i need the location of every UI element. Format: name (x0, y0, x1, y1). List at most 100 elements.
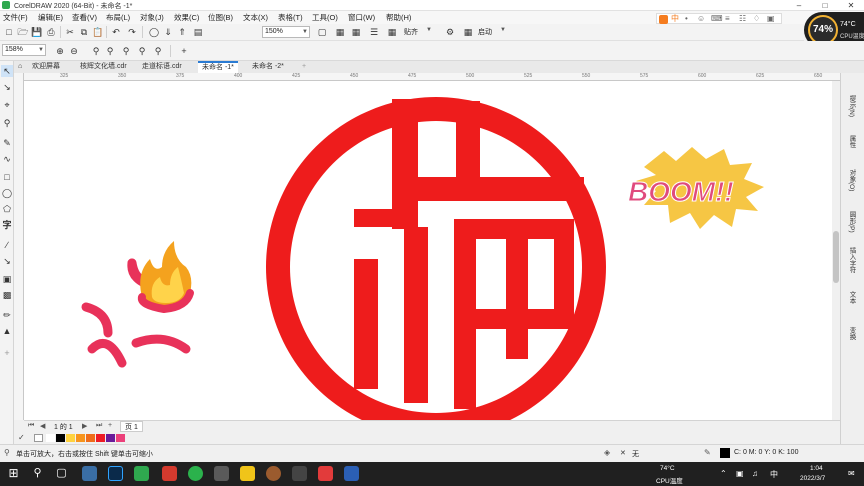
show-rulers-icon[interactable]: ▦ (334, 26, 346, 38)
tab-doc-4[interactable]: 未命名 -2* (248, 61, 288, 73)
new-document-icon[interactable]: □ (3, 26, 15, 38)
home-icon[interactable]: ⌂ (14, 61, 26, 73)
polygon-tool-icon[interactable]: ⬠ (1, 203, 13, 215)
menu-table[interactable]: 表格(T) (278, 12, 303, 23)
network-icon[interactable]: ▣ (736, 469, 744, 478)
cut-icon[interactable]: ✂ (64, 26, 76, 38)
app-icon[interactable] (214, 466, 229, 481)
ime-indicator[interactable]: 中 (770, 469, 778, 480)
outline-color-swatch[interactable] (720, 448, 730, 458)
tray-arrow-icon[interactable]: ⌃ (720, 469, 727, 478)
fill-indicator-icon[interactable]: ◈ (604, 448, 610, 457)
zoom-all-icon[interactable]: ⚲ (104, 45, 116, 57)
drawing-canvas[interactable]: BOOM!! (24, 81, 840, 437)
app-icon[interactable] (266, 466, 281, 481)
tab-welcome[interactable]: 欢迎屏幕 (28, 61, 64, 73)
no-fill-indicator[interactable]: ✕ (620, 449, 626, 457)
ime-item[interactable]: ♢ (753, 14, 760, 24)
parallel-dimension-icon[interactable]: ∕ (1, 239, 13, 251)
ime-item[interactable]: ☺ (697, 14, 705, 24)
zoom-width-icon[interactable]: ⚲ (136, 45, 148, 57)
show-grid-icon[interactable]: ▦ (350, 26, 362, 38)
app-icon[interactable] (318, 466, 333, 481)
search-content-icon[interactable]: ◯ (148, 26, 160, 38)
tab-doc-3[interactable]: 未命名 -1* (198, 61, 238, 73)
eyedropper-icon[interactable]: ✏ (1, 309, 13, 321)
docker-tab-objects[interactable]: 对象(O) (846, 169, 856, 191)
artistic-media-icon[interactable]: ∿ (1, 153, 13, 165)
wps-icon[interactable] (162, 466, 177, 481)
eyedropper-icon[interactable]: ✓ (18, 433, 25, 442)
undo-icon[interactable]: ↶ (110, 26, 122, 38)
publish-pdf-icon[interactable]: ▤ (192, 26, 204, 38)
zoom-out-icon[interactable]: ⊖ (68, 45, 80, 57)
ime-item[interactable]: ⌨ (711, 14, 723, 24)
docker-tab-hints[interactable]: 提示(N) (846, 95, 856, 117)
add-tool-icon[interactable]: + (1, 347, 13, 359)
zoom-level-combo[interactable]: 150% ▼ (262, 26, 310, 38)
color-swatch[interactable] (106, 434, 115, 442)
color-swatch[interactable] (116, 434, 125, 442)
zoom-combo[interactable]: 158% ▼ (2, 44, 46, 56)
zoom-tool-icon[interactable]: ⚲ (1, 117, 13, 129)
interactive-fill-icon[interactable]: ▲ (1, 325, 13, 337)
tab-doc-2[interactable]: 走道标语.cdr (138, 61, 186, 73)
task-view-icon[interactable]: ▢ (54, 466, 69, 481)
text-tool-icon[interactable]: 字 (1, 219, 13, 231)
menu-object[interactable]: 对象(J) (140, 12, 164, 23)
clock-date[interactable]: 2022/3/7 (800, 475, 825, 482)
ime-item[interactable]: ≡ (725, 14, 730, 24)
ime-item[interactable]: 中 (671, 14, 679, 24)
tab-doc-1[interactable]: 核辉文化墙.cdr (76, 61, 131, 73)
save-icon[interactable]: 💾 (31, 26, 43, 38)
next-page-icon[interactable]: ▶ (82, 422, 87, 430)
menu-tools[interactable]: 工具(O) (312, 12, 338, 23)
clock-time[interactable]: 1:04 (810, 465, 823, 472)
crop-tool-icon[interactable]: ⌖ (1, 99, 13, 111)
drop-shadow-icon[interactable]: ▣ (1, 273, 13, 285)
windows-start-icon[interactable]: ⊞ (6, 466, 21, 481)
minimize-button[interactable]: – (786, 0, 812, 11)
menu-edit[interactable]: 编辑(E) (38, 12, 63, 23)
launch-label[interactable]: 启动 (478, 27, 492, 37)
paste-icon[interactable]: 📋 (92, 26, 104, 38)
docker-tab-text[interactable]: 文本 (846, 291, 856, 304)
color-swatch[interactable] (56, 434, 65, 442)
menu-window[interactable]: 窗口(W) (348, 12, 375, 23)
color-swatch[interactable] (46, 434, 55, 442)
ime-item[interactable]: ▣ (767, 14, 775, 24)
menu-bitmaps[interactable]: 位图(B) (208, 12, 233, 23)
ellipse-tool-icon[interactable]: ◯ (1, 187, 13, 199)
ime-item[interactable]: • (685, 14, 688, 24)
import-icon[interactable]: ⇓ (162, 26, 174, 38)
transparency-icon[interactable]: ▩ (1, 289, 13, 301)
connector-tool-icon[interactable]: ↘ (1, 255, 13, 267)
freehand-tool-icon[interactable]: ✎ (1, 137, 13, 149)
menu-text[interactable]: 文本(X) (243, 12, 268, 23)
options-gear-icon[interactable]: ⚙ (444, 26, 456, 38)
photoshop-icon[interactable] (108, 466, 123, 481)
color-swatch[interactable] (86, 434, 95, 442)
pick-tool-icon[interactable]: ↖ (1, 65, 13, 77)
ime-item[interactable]: ☷ (739, 14, 746, 24)
show-guidelines-icon[interactable]: ☰ (368, 26, 380, 38)
zoom-selected-icon[interactable]: ⚲ (90, 45, 102, 57)
docker-tab-shapes[interactable]: 圆形(P) (846, 211, 856, 233)
menu-help[interactable]: 帮助(H) (386, 12, 411, 23)
notification-icon[interactable]: ✉ (848, 469, 855, 478)
full-screen-icon[interactable]: ▢ (316, 26, 328, 38)
zoom-height-icon[interactable]: ⚲ (152, 45, 164, 57)
copy-icon[interactable]: ⧉ (78, 26, 90, 38)
snap-to-label[interactable]: 贴齐 (404, 27, 418, 37)
docker-tab-properties[interactable]: 属性 (846, 135, 856, 148)
search-icon[interactable]: ⚲ (30, 466, 45, 481)
redo-icon[interactable]: ↷ (126, 26, 138, 38)
volume-icon[interactable]: ♫ (752, 469, 758, 478)
app-icon[interactable] (344, 466, 359, 481)
menu-view[interactable]: 查看(V) (72, 12, 97, 23)
add-icon[interactable]: + (178, 45, 190, 57)
zoom-in-icon[interactable]: ⊕ (54, 45, 66, 57)
open-icon[interactable]: 🗁 (17, 26, 29, 38)
docker-tab-insert-char[interactable]: 插入字符 (846, 247, 856, 273)
page-tab[interactable]: 页 1 (120, 421, 143, 432)
